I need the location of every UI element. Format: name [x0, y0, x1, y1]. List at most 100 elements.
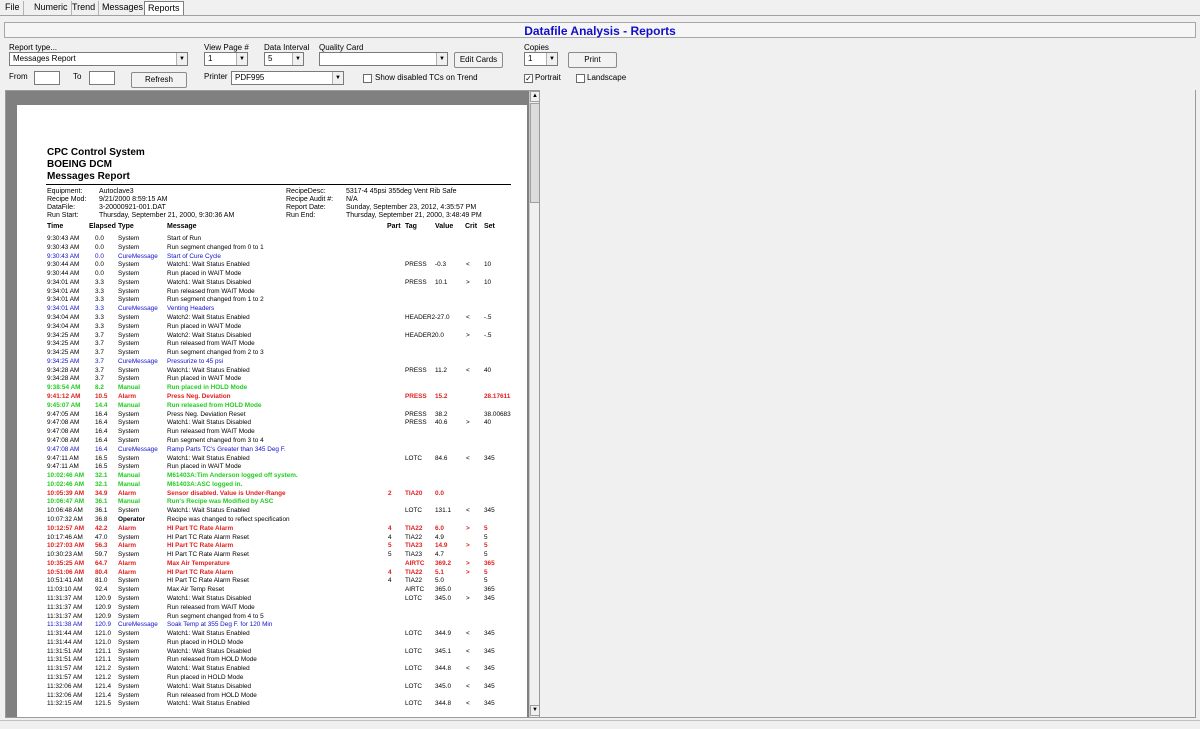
cell-elapsed: 36.8 — [95, 515, 108, 523]
tab-messages[interactable]: Messages — [99, 1, 148, 15]
cell-value: 38.2 — [435, 410, 448, 418]
landscape-checkbox[interactable] — [576, 74, 585, 83]
cell-crit: < — [466, 647, 470, 655]
message-row: 11:31:51 AM 121.1 System Run released from … — [17, 655, 527, 664]
cell-time: 11:31:44 AM — [47, 630, 83, 638]
cell-time: 9:34:01 AM — [47, 287, 80, 295]
cell-type: System — [118, 322, 140, 330]
tab-trend[interactable]: Trend — [69, 1, 100, 15]
to-input[interactable] — [89, 71, 115, 85]
cell-time: 9:47:08 AM — [47, 428, 80, 436]
refresh-button[interactable]: Refresh — [131, 72, 187, 88]
cell-time: 9:34:01 AM — [47, 278, 80, 286]
cell-value: -27.0 — [435, 314, 450, 322]
message-row: 11:03:10 AM 92.4 System Max Air Temp Reset A… — [17, 585, 527, 594]
cell-message: HI Part TC Rate Alarm Reset — [167, 551, 249, 559]
data-interval-select[interactable]: 5 ▼ — [264, 52, 304, 66]
cell-time: 9:47:05 AM — [47, 410, 80, 418]
message-row: 9:30:44 AM 0.0 System Run placed in WAIT Mo… — [17, 269, 527, 278]
col-elapsed: Elapsed — [89, 223, 116, 230]
show-disabled-checkbox[interactable] — [363, 74, 372, 83]
message-row: 10:51:41 AM 81.0 System HI Part TC Rate Ala… — [17, 576, 527, 585]
cell-message: Run segment changed from 0 to 1 — [167, 243, 264, 251]
cell-value: 365.0 — [435, 586, 451, 594]
message-row: 10:05:39 AM 34.9 Alarm Sensor disabled. Val… — [17, 489, 527, 498]
chevron-down-icon[interactable]: ▼ — [236, 53, 247, 65]
cell-elapsed: 16.4 — [95, 410, 108, 418]
cell-time: 9:34:04 AM — [47, 314, 80, 322]
quality-card-select[interactable]: ▼ — [319, 52, 448, 66]
cell-set: -.5 — [484, 331, 492, 339]
cell-type: Alarm — [118, 568, 137, 576]
cell-crit: < — [466, 261, 470, 269]
cell-elapsed: 3.7 — [95, 375, 104, 383]
cell-value: 14.9 — [435, 542, 448, 550]
tab-divider — [0, 15, 1200, 16]
chevron-down-icon[interactable]: ▼ — [292, 53, 303, 65]
cell-time: 9:30:43 AM — [47, 252, 80, 260]
cell-tag: LOTC — [405, 630, 423, 638]
cell-type: System — [118, 630, 140, 638]
print-button[interactable]: Print — [568, 52, 617, 68]
cell-type: System — [118, 454, 140, 462]
cell-elapsed: 3.7 — [95, 340, 104, 348]
cell-set: -.5 — [484, 314, 492, 322]
cell-type: Manual — [118, 472, 141, 480]
cell-tag: LOTC — [405, 507, 423, 515]
cell-type: System — [118, 375, 140, 383]
scroll-down-icon[interactable]: ▼ — [530, 705, 539, 716]
cell-message: Run placed in WAIT Mode — [167, 322, 242, 330]
tab-file[interactable]: File — [2, 1, 24, 15]
header-right-field-value: N/A — [346, 196, 358, 203]
cell-type: System — [118, 551, 140, 559]
cell-elapsed: 3.7 — [95, 366, 104, 374]
col-set: Set — [484, 223, 495, 230]
cell-type: System — [118, 349, 140, 357]
chevron-down-icon[interactable]: ▼ — [332, 72, 343, 84]
header-left-field-label: DataFile: — [47, 204, 76, 211]
vertical-scrollbar[interactable]: ▲ ▼ — [529, 91, 539, 717]
cell-set: 365 — [484, 586, 495, 594]
message-row: 9:47:08 AM 16.4 System Run segment changed … — [17, 436, 527, 445]
message-row: 11:31:37 AM 120.9 System Run released from … — [17, 603, 527, 612]
cell-message: Run released from WAIT Mode — [167, 603, 255, 611]
tab-reports[interactable]: Reports — [144, 1, 184, 15]
view-page-label: View Page # — [204, 43, 249, 52]
message-row: 9:41:12 AM 10.5 Alarm Press Neg. Deviation P… — [17, 392, 527, 401]
cell-elapsed: 3.3 — [95, 296, 104, 304]
col-value: Value — [435, 223, 454, 230]
cell-type: System — [118, 340, 140, 348]
copies-select[interactable]: 1 ▼ — [524, 52, 558, 66]
tab-numeric[interactable]: Numeric — [31, 1, 72, 15]
cell-crit: < — [466, 366, 470, 374]
cell-type: System — [118, 682, 140, 690]
chevron-down-icon[interactable]: ▼ — [176, 53, 187, 65]
from-input[interactable] — [34, 71, 60, 85]
message-row: 10:02:46 AM 32.1 Manual M61403A:Tim Anderso… — [17, 471, 527, 480]
chevron-down-icon[interactable]: ▼ — [546, 53, 557, 65]
cell-tag: LOTC — [405, 665, 423, 673]
cell-time: 9:45:07 AM — [47, 401, 81, 409]
cell-message: Watch1: Wait Status Disabled — [167, 419, 252, 427]
cell-tag: PRESS — [405, 410, 427, 418]
cell-value: 4.9 — [435, 533, 444, 541]
cell-time: 9:34:28 AM — [47, 366, 80, 374]
printer-select[interactable]: PDF995 ▼ — [231, 71, 344, 85]
cell-type: Manual — [118, 384, 141, 392]
cell-set: 10 — [484, 278, 492, 286]
scroll-up-icon[interactable]: ▲ — [530, 91, 539, 102]
edit-cards-button[interactable]: Edit Cards — [454, 52, 503, 68]
message-row: 10:35:25 AM 64.7 Alarm Max Air Temperature A… — [17, 559, 527, 568]
view-page-select[interactable]: 1 ▼ — [204, 52, 248, 66]
scrollbar-thumb[interactable] — [530, 103, 539, 203]
cell-tag: PRESS — [405, 393, 427, 401]
report-viewer[interactable]: CPC Control System BOEING DCM Messages R… — [5, 90, 540, 718]
message-row: 9:47:11 AM 16.5 System Run placed in WAIT M… — [17, 462, 527, 471]
cell-set: 5 — [484, 542, 488, 550]
portrait-checkbox[interactable]: ✓ — [524, 74, 533, 83]
chevron-down-icon[interactable]: ▼ — [436, 53, 447, 65]
report-type-select[interactable]: Messages Report ▼ — [9, 52, 188, 66]
cell-type: CureMessage — [118, 445, 158, 453]
cell-message: Run placed in WAIT Mode — [167, 270, 242, 278]
cell-crit: > — [466, 568, 470, 576]
